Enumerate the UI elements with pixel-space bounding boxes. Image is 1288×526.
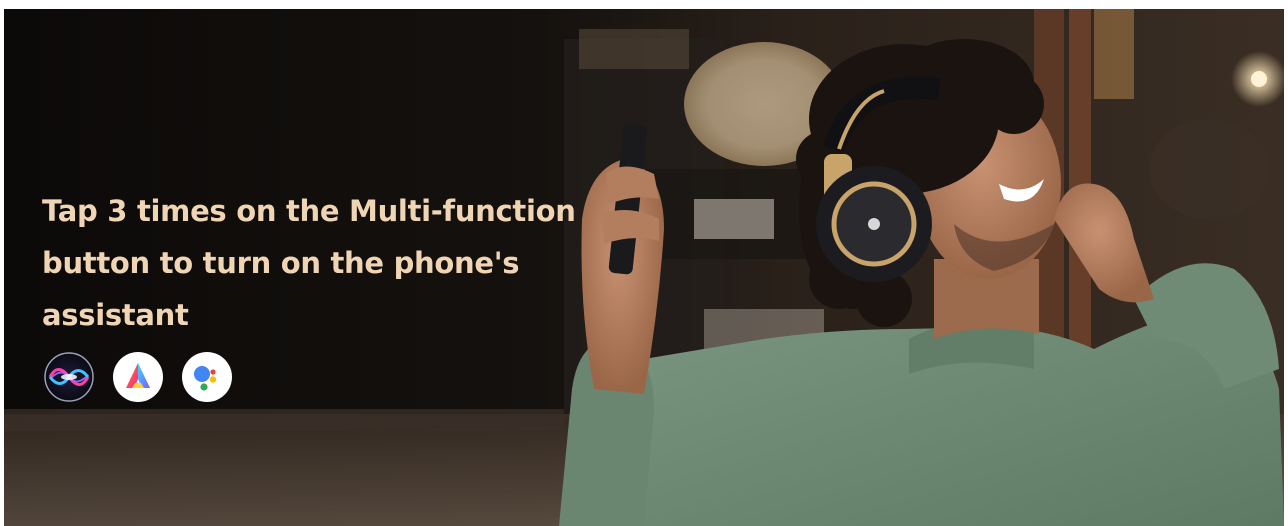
assistant-icons-row <box>44 352 232 402</box>
siri-icon[interactable] <box>44 352 94 402</box>
headline-line-2: button to turn on the phone's <box>42 246 520 280</box>
headline: Tap 3 times on the Multi-function button … <box>42 185 582 341</box>
headline-line-1: Tap 3 times on the Multi-function <box>42 194 576 228</box>
celia-icon[interactable] <box>113 352 163 402</box>
promo-banner: Tap 3 times on the Multi-function button … <box>4 9 1284 526</box>
google-assistant-icon[interactable] <box>182 352 232 402</box>
headline-line-3: assistant <box>42 298 189 332</box>
